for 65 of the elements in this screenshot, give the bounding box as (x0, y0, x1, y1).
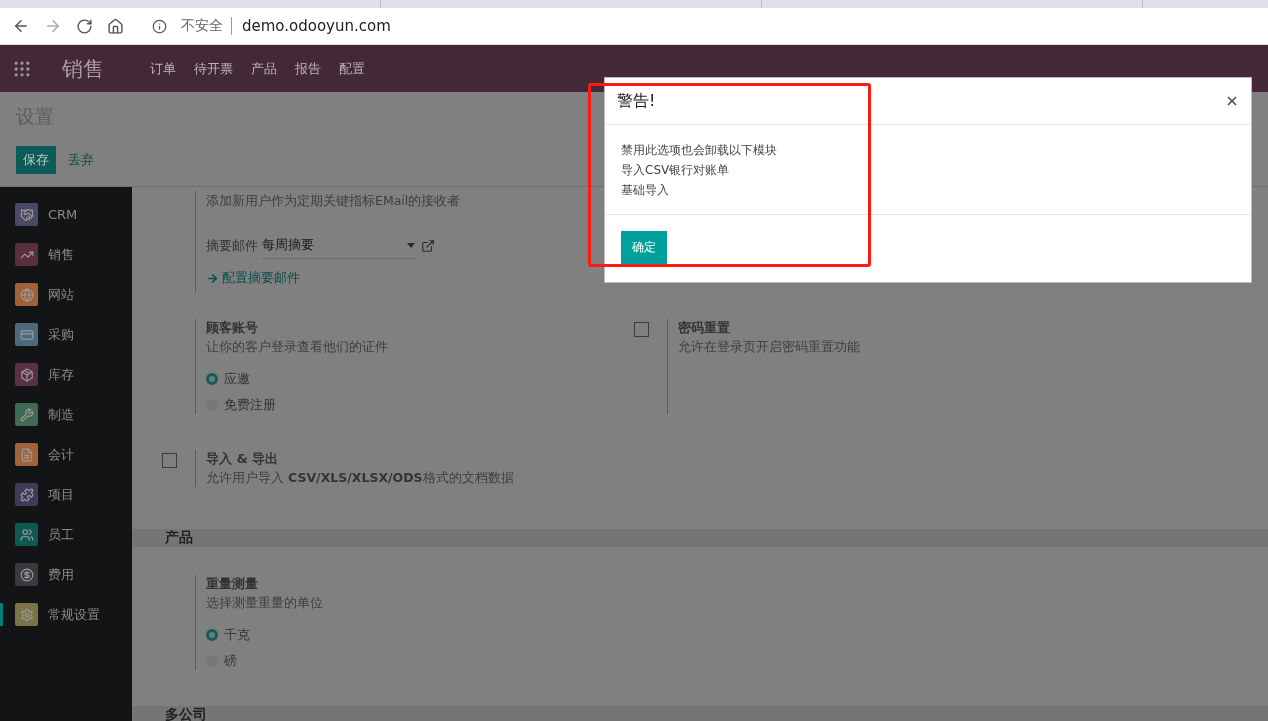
sidebar-item[interactable]: 员工 (0, 523, 132, 546)
setting-title: 密码重置 (678, 319, 731, 337)
sidebar-item[interactable]: 制造 (0, 403, 132, 426)
handshake-icon (15, 203, 38, 226)
confirm-button[interactable]: 确定 (621, 231, 667, 264)
sidebar-item[interactable]: 库存 (0, 363, 132, 386)
setting-description: 添加新用户作为定期关键指标EMail的接收者 (206, 193, 461, 210)
arrow-icon (206, 271, 219, 285)
chart-icon (15, 243, 38, 266)
external-link-icon[interactable] (421, 238, 435, 253)
card-icon (15, 323, 38, 346)
radio-label: 免费注册 (224, 396, 276, 414)
radio-button[interactable] (206, 629, 218, 641)
close-icon[interactable] (1225, 94, 1239, 108)
sidebar-item[interactable]: 销售 (0, 243, 132, 266)
users-icon (15, 523, 38, 546)
dialog-title: 警告! (617, 90, 656, 112)
radio-button[interactable] (206, 373, 218, 385)
dialog-text: 基础导入 (621, 182, 670, 199)
setting-description: 允许用户导入 CSV/XLS/XLSX/ODS格式的文档数据 (206, 470, 514, 487)
reload-icon[interactable] (76, 17, 93, 35)
box-icon (15, 363, 38, 386)
url-text[interactable]: demo.odooyun.com (231, 17, 391, 35)
sidebar-item[interactable]: 采购 (0, 323, 132, 346)
nav-menu-item[interactable]: 产品 (251, 59, 277, 78)
save-button[interactable]: 保存 (16, 146, 56, 174)
sidebar-item[interactable]: 会计 (0, 443, 132, 466)
section-header: 多公司 (132, 706, 1268, 721)
setting-title: 顾客账号 (206, 319, 259, 337)
puzzle-icon (15, 483, 38, 506)
section-header: 产品 (132, 529, 1268, 547)
sidebar-item[interactable]: 项目 (0, 483, 132, 506)
setting-description: 选择测量重量的单位 (206, 595, 323, 612)
globe-icon (15, 283, 38, 306)
radio-label: 磅 (224, 652, 237, 670)
setting-description: 让你的客户登录查看他们的证件 (206, 339, 388, 356)
dialog-text: 禁用此选项也会卸载以下模块 (621, 142, 778, 159)
checkbox[interactable] (634, 322, 649, 337)
digest-select[interactable]: 每周摘要 (262, 232, 417, 259)
app-name: 销售 (62, 55, 104, 83)
nav-menu-item[interactable]: 订单 (150, 59, 176, 78)
setting-description: 允许在登录页开启密码重置功能 (678, 339, 860, 356)
radio-label: 千克 (224, 626, 250, 644)
nav-menu-item[interactable]: 待开票 (194, 59, 233, 78)
nav-menu-item[interactable]: 报告 (295, 59, 321, 78)
forward-icon[interactable] (44, 17, 62, 35)
nav-menu-item[interactable]: 配置 (339, 59, 365, 78)
info-icon[interactable] (152, 18, 167, 34)
field-label: 摘要邮件 (206, 236, 258, 255)
sidebar-item[interactable]: 费用 (0, 563, 132, 586)
settings-icon (15, 603, 38, 626)
setting-title: 导入 & 导出 (206, 450, 280, 468)
dialog-text: 导入CSV银行对账单 (621, 162, 731, 179)
radio-label: 应邀 (224, 370, 250, 388)
sidebar-item[interactable]: 网站 (0, 283, 132, 306)
back-icon[interactable] (12, 17, 30, 35)
sidebar-item[interactable]: CRM (0, 203, 132, 226)
security-label: 不安全 (181, 17, 223, 35)
wrench-icon (15, 403, 38, 426)
document-icon (15, 443, 38, 466)
dollar-icon (15, 563, 38, 586)
checkbox[interactable] (162, 453, 177, 468)
setting-title: 重量测量 (206, 575, 259, 593)
home-icon[interactable] (107, 17, 124, 35)
sidebar-item[interactable]: 常规设置 (0, 603, 132, 626)
